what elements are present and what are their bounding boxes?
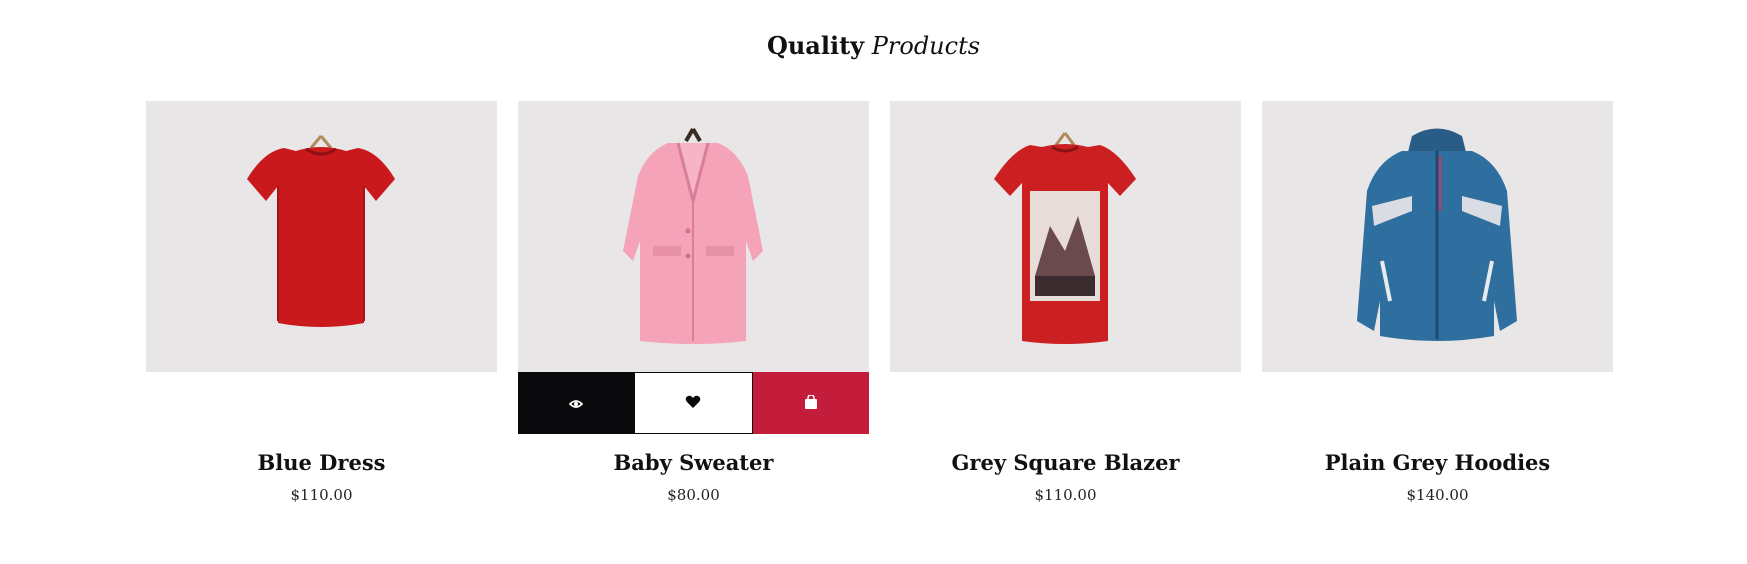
- product-name[interactable]: Blue Dress: [146, 449, 497, 477]
- section-title-em: Products: [871, 32, 981, 60]
- product-actions: [518, 372, 869, 434]
- wishlist-button[interactable]: [634, 372, 753, 434]
- section-title: Quality Products: [0, 30, 1747, 62]
- product-image-red-tshirt[interactable]: [146, 101, 497, 372]
- shopping-bag-icon: [804, 393, 817, 413]
- product-name[interactable]: Grey Square Blazer: [890, 449, 1241, 477]
- product-image-graphic-tshirt[interactable]: [890, 101, 1241, 372]
- product-price: $140.00: [1406, 486, 1469, 504]
- product-card[interactable]: Grey Square Blazer $110.00: [890, 101, 1241, 505]
- product-price: $80.00: [667, 486, 720, 504]
- product-card[interactable]: Blue Dress $110.00: [146, 101, 497, 505]
- product-card[interactable]: Plain Grey Hoodies $140.00: [1262, 101, 1613, 505]
- product-image-pink-coat[interactable]: [518, 101, 869, 372]
- product-grid: Blue Dress $110.00 Baby Sweater $80.00 G…: [146, 101, 1613, 505]
- product-image-ski-jacket[interactable]: [1262, 101, 1613, 372]
- product-card[interactable]: Baby Sweater $80.00: [518, 101, 869, 505]
- product-price: $110.00: [1034, 486, 1097, 504]
- eye-icon: [569, 394, 584, 413]
- product-name[interactable]: Baby Sweater: [518, 449, 869, 477]
- product-price: $110.00: [290, 486, 353, 504]
- heart-icon: [685, 394, 701, 413]
- add-to-cart-button[interactable]: [752, 372, 869, 434]
- quick-view-button[interactable]: [518, 372, 635, 434]
- product-name[interactable]: Plain Grey Hoodies: [1262, 449, 1613, 477]
- section-title-strong: Quality: [766, 31, 865, 60]
